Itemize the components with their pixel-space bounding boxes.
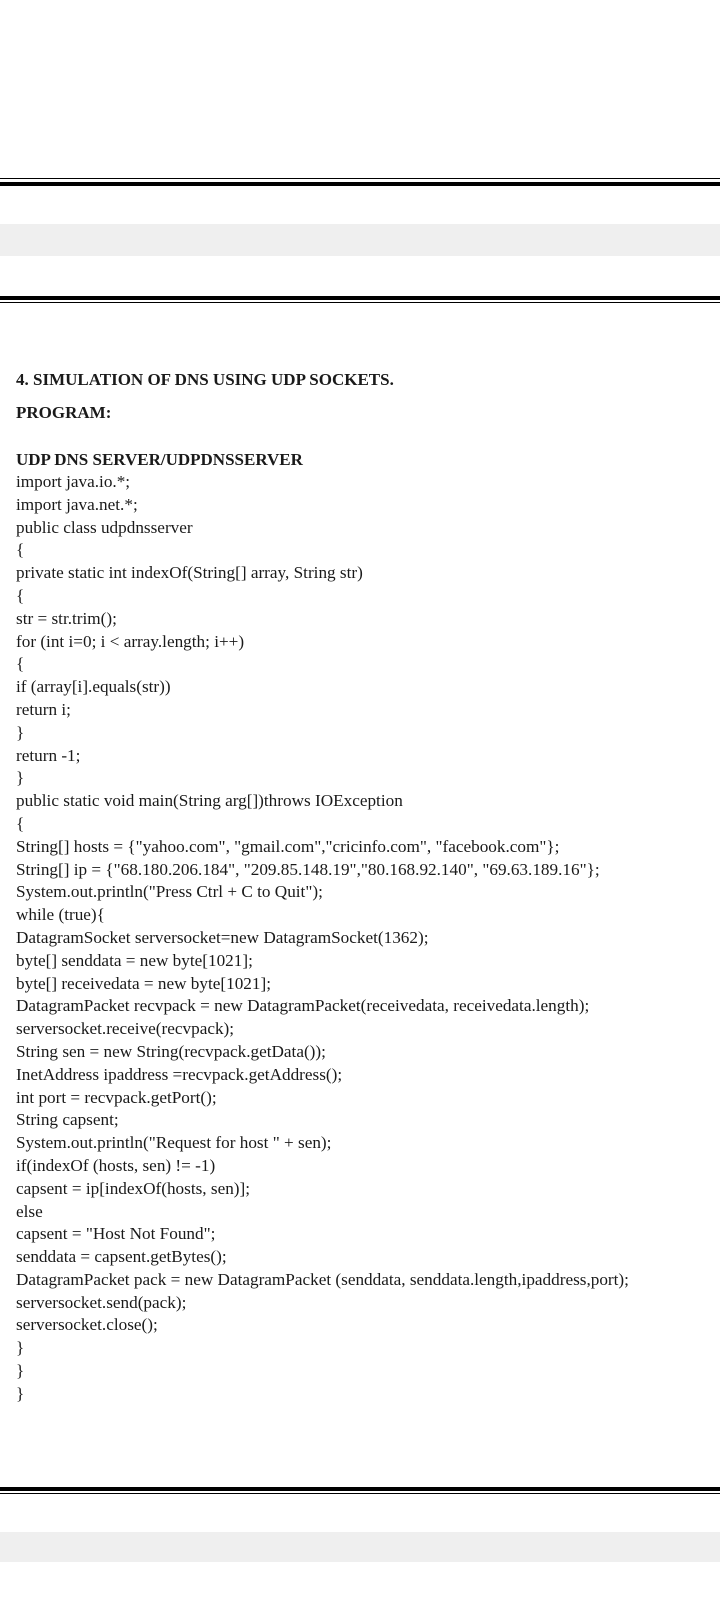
code-line: String capsent;	[16, 1110, 119, 1130]
code-line: DatagramPacket recvpack = new DatagramPa…	[16, 996, 590, 1016]
code-line: System.out.println("Press Ctrl + C to Qu…	[16, 882, 323, 902]
code-line: {	[16, 540, 25, 560]
code-line: if(indexOf (hosts, sen) != -1)	[16, 1155, 216, 1175]
code-line: serversocket.close();	[16, 1315, 158, 1335]
code-line: public class udpdnsserver	[16, 517, 193, 537]
code-line: }	[16, 768, 25, 788]
page-gap-band-bottom	[0, 1532, 720, 1562]
code-line: serversocket.receive(recvpack);	[16, 1019, 235, 1039]
document-page: 4. SIMULATION OF DNS USING UDP SOCKETS. …	[16, 370, 712, 1406]
code-line: capsent = "Host Not Found";	[16, 1224, 216, 1244]
code-line: import java.io.*;	[16, 472, 131, 491]
code-line: }	[16, 1338, 25, 1358]
code-line: str = str.trim();	[16, 608, 117, 628]
page-divider-bottom-thin	[0, 1493, 720, 1494]
code-line: else	[16, 1201, 43, 1221]
code-line: String[] hosts = {"yahoo.com", "gmail.co…	[16, 836, 560, 856]
code-line: byte[] receivedata = new byte[1021];	[16, 973, 271, 993]
code-line: }	[16, 1383, 25, 1403]
code-line: senddata = capsent.getBytes();	[16, 1247, 227, 1267]
code-line: DatagramPacket pack = new DatagramPacket…	[16, 1269, 629, 1289]
page-divider-top-thick	[0, 182, 720, 186]
code-line: }	[16, 1361, 25, 1381]
code-line: while (true){	[16, 905, 105, 925]
code-line: DatagramSocket serversocket=new Datagram…	[16, 927, 429, 947]
code-line: return -1;	[16, 745, 81, 765]
page-divider-mid-thin	[0, 302, 720, 303]
page-divider-bottom-thick	[0, 1487, 720, 1491]
code-line: {	[16, 654, 25, 674]
code-line: String[] ip = {"68.180.206.184", "209.85…	[16, 859, 600, 879]
code-line: InetAddress ipaddress =recvpack.getAddre…	[16, 1064, 343, 1084]
code-line: return i;	[16, 699, 71, 719]
code-line: int port = recvpack.getPort();	[16, 1087, 217, 1107]
code-line: private static int indexOf(String[] arra…	[16, 563, 363, 583]
code-line: public static void main(String arg[])thr…	[16, 791, 403, 811]
code-line: }	[16, 722, 25, 742]
section-label: UDP DNS SERVER/UDPDNSSERVER	[16, 450, 303, 469]
program-label: PROGRAM:	[16, 403, 112, 422]
code-line: serversocket.send(pack);	[16, 1292, 187, 1312]
code-line: for (int i=0; i < array.length; i++)	[16, 631, 245, 651]
code-line: import java.net.*;	[16, 494, 138, 514]
code-line: System.out.println("Request for host " +…	[16, 1133, 332, 1153]
code-line: {	[16, 813, 25, 833]
code-line: String sen = new String(recvpack.getData…	[16, 1041, 326, 1061]
code-line: if (array[i].equals(str))	[16, 677, 171, 697]
code-line: capsent = ip[indexOf(hosts, sen)];	[16, 1178, 251, 1198]
code-line: byte[] senddata = new byte[1021];	[16, 950, 253, 970]
page-gap-band-top	[0, 224, 720, 256]
code-line: {	[16, 585, 25, 605]
page-divider-top-thin	[0, 178, 720, 179]
page-divider-mid-thick	[0, 296, 720, 300]
page-title: 4. SIMULATION OF DNS USING UDP SOCKETS.	[16, 370, 394, 389]
code-block: import java.io.*; import java.net.*; publi…	[16, 471, 712, 1406]
